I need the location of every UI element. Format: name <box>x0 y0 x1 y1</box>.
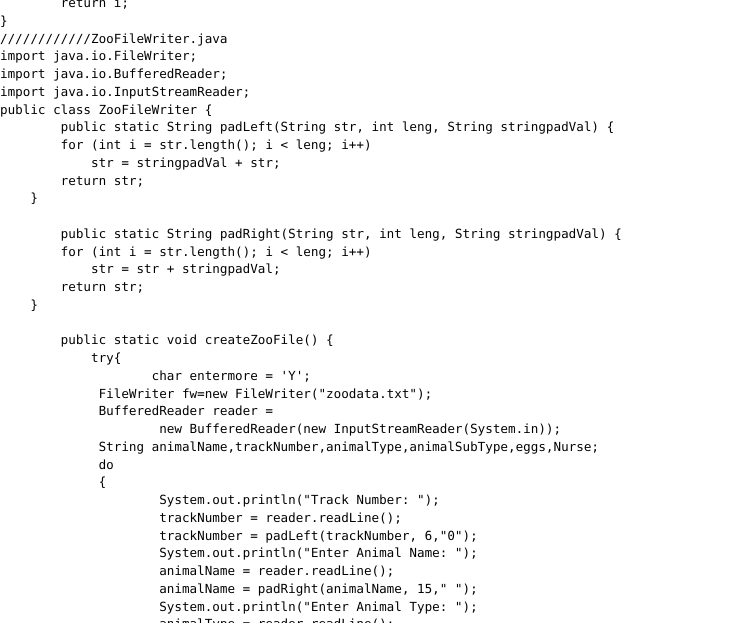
code-line: str = stringpadVal + str; <box>0 154 281 170</box>
code-line: animalName = padRight(animalName, 15," "… <box>0 580 478 596</box>
code-line: import java.io.InputStreamReader; <box>0 83 251 99</box>
code-line: try{ <box>0 350 122 365</box>
code-line: public static String padRight(String str… <box>0 225 622 241</box>
code-line: } <box>0 296 38 312</box>
code-line: return str; <box>0 279 145 294</box>
code-text-surface: return i;} ////////////ZooFileWriter.java… <box>0 0 729 623</box>
code-line: new BufferedReader(new InputStreamReader… <box>0 421 562 436</box>
code-line: FileWriter fw=new FileWriter("zoodata.tx… <box>0 385 433 401</box>
code-line: System.out.println("Enter Animal Name: "… <box>0 545 478 561</box>
code-line: trackNumber = reader.readLine(); <box>0 509 402 525</box>
code-line: public static String padLeft(String str,… <box>0 119 615 135</box>
code-line: animalType = reader.readLine(); <box>0 615 729 623</box>
code-line: do <box>0 456 114 472</box>
code-line: String animalName,trackNumber,animalType… <box>0 438 599 454</box>
code-line: return str; <box>0 172 145 188</box>
code-line: } <box>0 12 8 28</box>
code-line: BufferedReader reader = <box>0 403 273 419</box>
code-line: ////////////ZooFileWriter.java <box>0 30 228 46</box>
code-line: public class ZooFileWriter { <box>0 101 213 117</box>
code-line: trackNumber = padLeft(trackNumber, 6,"0"… <box>0 527 478 543</box>
code-line: for (int i = str.length(); i < leng; i++… <box>0 137 372 152</box>
code-line: import java.io.BufferedReader; <box>0 66 228 81</box>
code-line: animalName = reader.readLine(); <box>0 563 395 578</box>
source-code-listing: return i;} ////////////ZooFileWriter.java… <box>0 0 729 623</box>
code-line: { <box>0 474 107 490</box>
code-line: import java.io.FileWriter; <box>0 48 198 64</box>
code-line: return i; <box>0 0 129 10</box>
code-line: System.out.println("Track Number: "); <box>0 492 440 507</box>
code-line: } <box>0 190 38 206</box>
code-line: char entermore = 'Y'; <box>0 367 311 383</box>
code-line: for (int i = str.length(); i < leng; i++… <box>0 243 372 259</box>
code-line: System.out.println("Enter Animal Type: "… <box>0 598 478 614</box>
code-line: public static void createZooFile() { <box>0 332 334 348</box>
code-line: str = str + stringpadVal; <box>0 261 281 277</box>
